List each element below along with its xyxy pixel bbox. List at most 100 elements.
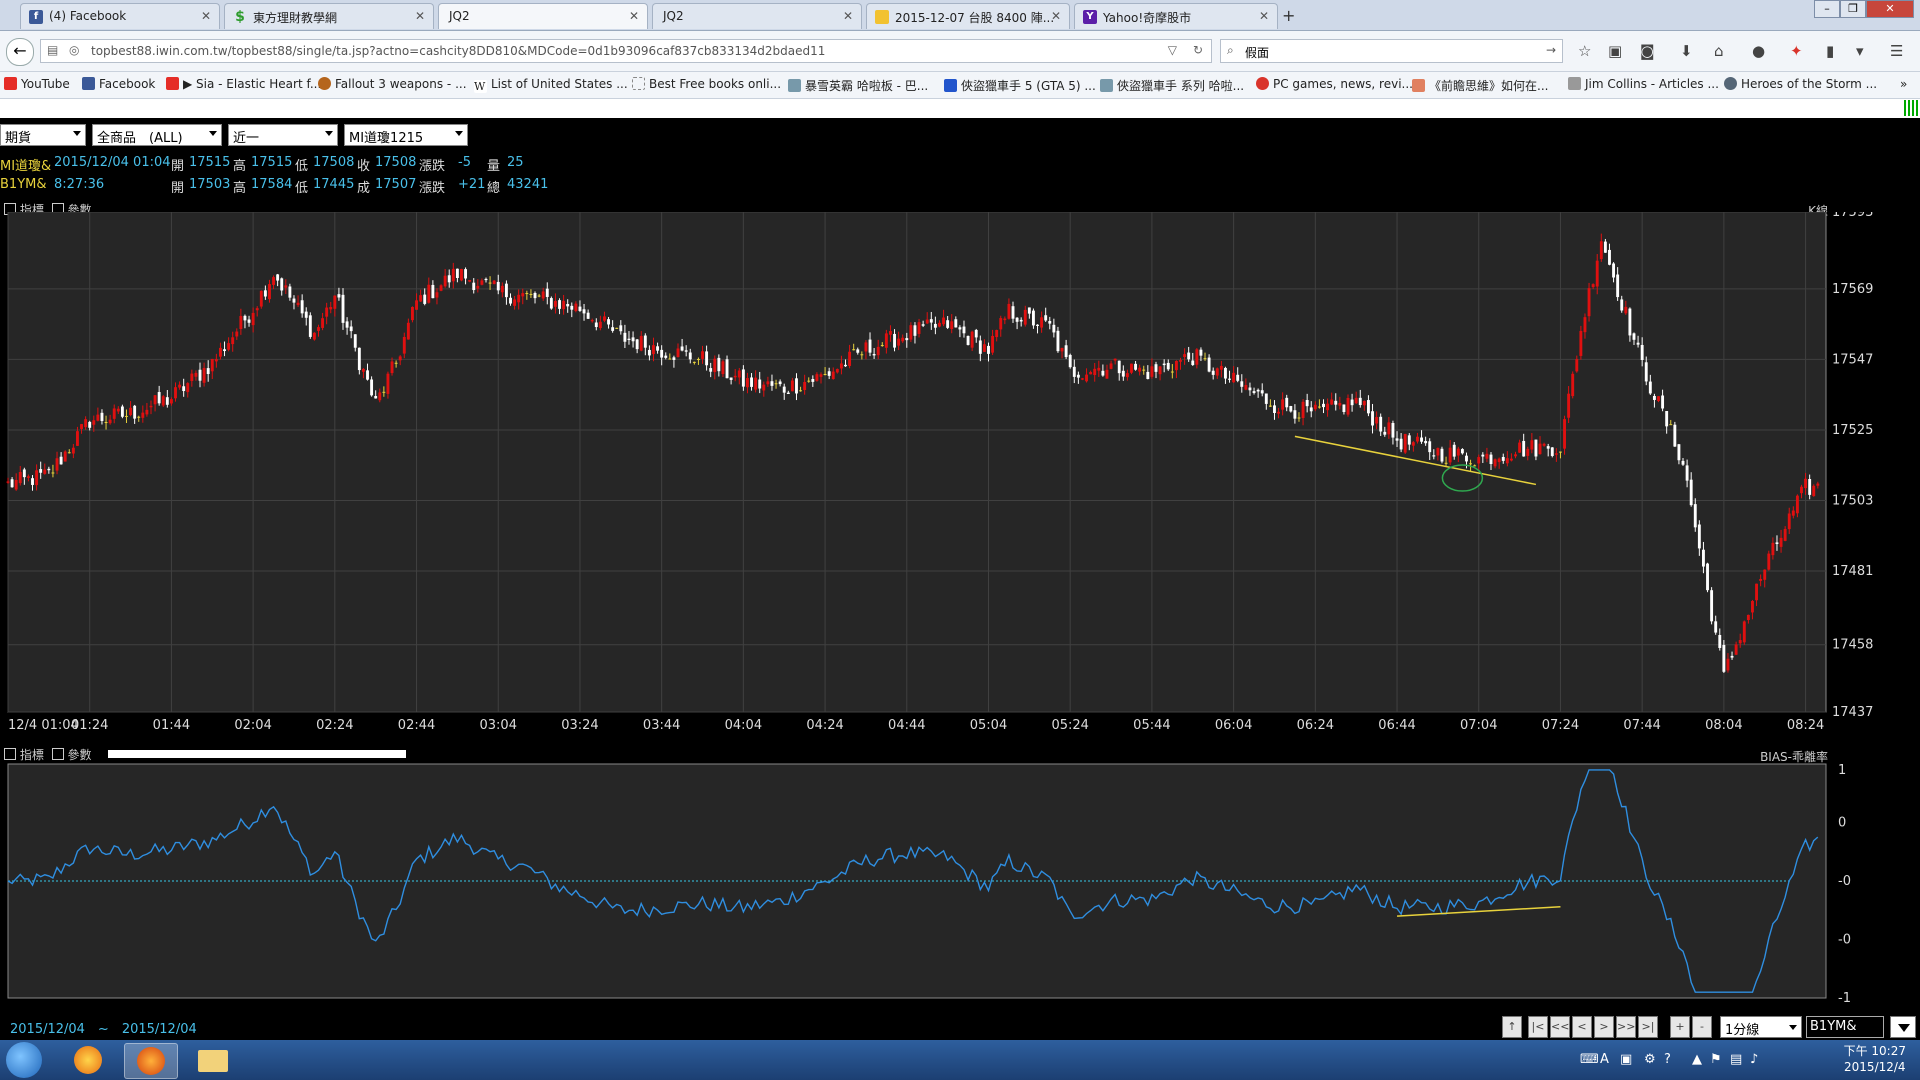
dropdown-icon[interactable]: ▽ — [1168, 43, 1177, 57]
candle-body — [652, 345, 655, 355]
close-icon[interactable]: ✕ — [415, 9, 425, 23]
bookmark-heroes-storm[interactable]: Heroes of the Storm ... — [1724, 77, 1877, 91]
taskbar-clock[interactable]: 下午 10:27 2015/12/4 — [1844, 1043, 1906, 1075]
candle-body — [823, 373, 827, 376]
url-bar[interactable]: ▤ ◎ topbest88.iwin.com.tw/topbest88/sing… — [40, 39, 1212, 63]
y-tick-label: 17458 — [1832, 638, 1873, 653]
bookmark-heroes-forum[interactable]: 暴雪英霸 哈啦板 - 巴... — [788, 77, 928, 94]
bookmark-wikipedia[interactable]: W List of United States ... — [474, 77, 628, 93]
tray-settings-icon[interactable]: ⚙ — [1644, 1052, 1656, 1067]
tab-jq2[interactable]: JQ2 ✕ — [652, 3, 862, 29]
search-bar[interactable]: ⌕ 假面 → — [1220, 39, 1563, 63]
contract-select[interactable]: MI道瓊1215 — [344, 124, 468, 146]
addon-icon[interactable]: ✦ — [1790, 42, 1803, 60]
bookmark-foresight[interactable]: 《前瞻思維》如何在... — [1412, 77, 1548, 94]
month-select[interactable]: 近一 — [228, 124, 338, 146]
nav-first-button[interactable]: |< — [1528, 1016, 1548, 1038]
close-icon[interactable]: ✕ — [201, 9, 211, 23]
symbol-dropdown-icon[interactable] — [1890, 1016, 1916, 1038]
new-tab-icon[interactable]: + — [1282, 6, 1295, 25]
nav-up-button[interactable]: ↑ — [1502, 1016, 1522, 1038]
bookmark-gta-series[interactable]: 俠盜獵車手 系列 哈啦... — [1100, 77, 1244, 94]
candle-body — [1125, 373, 1129, 378]
tray-flag-icon[interactable]: ⚑ — [1710, 1052, 1722, 1067]
nav-forward-button[interactable]: > — [1594, 1016, 1614, 1038]
taskbar-explorer[interactable] — [186, 1043, 238, 1077]
url-text: topbest88.iwin.com.tw/topbest88/single/t… — [91, 44, 826, 58]
restore-icon[interactable]: ❐ — [1840, 0, 1866, 18]
tab-finance-edu[interactable]: $ 東方理財教學網 ✕ — [224, 3, 434, 29]
candlestick-chart[interactable]: 17593 17569 17547 17525 17503 17481 17458 17437… — [0, 212, 1920, 732]
nav-page-back-button[interactable]: << — [1550, 1016, 1570, 1038]
download-icon[interactable]: ⬇ — [1680, 42, 1693, 60]
period-select[interactable]: 1分線 — [1720, 1016, 1802, 1038]
tray-ime-icon[interactable]: A — [1600, 1052, 1609, 1067]
market-select[interactable]: 期貨 — [0, 124, 86, 146]
zoom-in-button[interactable]: + — [1670, 1016, 1690, 1038]
tab-facebook[interactable]: f (4) Facebook ✕ — [20, 3, 220, 29]
nav-page-forward-button[interactable]: >> — [1616, 1016, 1636, 1038]
tray-window-icon[interactable]: ▣ — [1620, 1052, 1632, 1067]
menu-icon[interactable]: ☰ — [1890, 42, 1903, 60]
candle-body — [1162, 363, 1166, 366]
close-window-icon[interactable]: ✕ — [1866, 0, 1914, 18]
candle-body — [1268, 405, 1272, 407]
candle-body — [954, 319, 958, 328]
more-bookmarks-icon[interactable]: » — [1900, 77, 1907, 91]
taskbar-app-orange[interactable] — [62, 1043, 114, 1077]
tab-jq2-active[interactable]: JQ2 ✕ — [438, 3, 648, 29]
tray-expand-icon[interactable]: ▲ — [1692, 1052, 1702, 1067]
reload-icon[interactable]: ↻ — [1193, 43, 1203, 57]
nav-back-button[interactable]: < — [1572, 1016, 1592, 1038]
bookmark-facebook[interactable]: Facebook — [82, 77, 155, 91]
tab-title: Yahoo!奇摩股市 — [1103, 11, 1192, 25]
taskbar-firefox[interactable] — [124, 1043, 178, 1079]
nav-last-button[interactable]: >| — [1638, 1016, 1658, 1038]
home-icon[interactable]: ⌂ — [1714, 42, 1724, 60]
candle-body — [1775, 542, 1779, 544]
candle-body — [987, 345, 990, 354]
candle-body — [247, 319, 251, 323]
candle-body — [182, 386, 186, 392]
candle-body — [1669, 424, 1673, 426]
tray-help-icon[interactable]: ? — [1664, 1052, 1671, 1067]
candle-body — [656, 346, 660, 351]
tray-keyboard-icon[interactable]: ⌨ — [1580, 1052, 1599, 1067]
bookmark-free-books[interactable]: Best Free books onli... — [632, 77, 781, 91]
close-icon[interactable]: ✕ — [629, 9, 639, 23]
tab-yahoo-stock[interactable]: Y Yahoo!奇摩股市 ✕ — [1074, 3, 1278, 29]
search-go-icon[interactable]: → — [1546, 43, 1556, 57]
chevron-down-icon[interactable]: ▾ — [1856, 42, 1864, 60]
product-select[interactable]: 全商品 (ALL) — [92, 124, 222, 146]
windows-start-icon[interactable] — [6, 1042, 42, 1078]
tab-taiex[interactable]: 2015-12-07 台股 8400 陣... ✕ — [866, 3, 1070, 29]
tray-volume-icon[interactable]: ♪ — [1750, 1052, 1758, 1067]
bookmark-gta5[interactable]: 俠盜獵車手 5 (GTA 5) ... — [944, 77, 1096, 94]
close-icon[interactable]: ✕ — [1051, 9, 1061, 23]
bookmark-jim-collins[interactable]: Jim Collins - Articles ... — [1568, 77, 1719, 91]
star-icon[interactable]: ☆ — [1578, 42, 1591, 60]
clipboard-icon[interactable]: ▮ — [1826, 42, 1834, 60]
candle-body — [1174, 360, 1178, 371]
tray-network-icon[interactable]: ▤ — [1730, 1052, 1742, 1067]
candle-body — [1040, 317, 1044, 328]
pocket-icon[interactable]: ◙ — [1640, 42, 1655, 60]
candle-body — [872, 353, 876, 356]
candle-body — [672, 357, 676, 360]
close-icon[interactable]: ✕ — [843, 9, 853, 23]
chat-icon[interactable]: ● — [1752, 42, 1765, 60]
candle-body — [1424, 440, 1428, 444]
reading-list-icon[interactable]: ▣ — [1608, 42, 1622, 60]
bookmark-pc-games[interactable]: PC games, news, revi... — [1256, 77, 1413, 91]
candle-body — [1771, 542, 1775, 556]
candle-body — [1628, 308, 1632, 336]
bias-chart[interactable]: 1 0 -0 -0 -1 — [0, 756, 1920, 1016]
back-arrow-icon[interactable]: ← — [6, 38, 34, 66]
minimize-icon[interactable]: – — [1814, 0, 1840, 18]
bookmark-fallout[interactable]: Fallout 3 weapons - ... — [318, 77, 467, 91]
bookmark-sia[interactable]: ▶ Sia - Elastic Heart f... — [166, 77, 321, 91]
bookmark-youtube[interactable]: YouTube — [4, 77, 70, 91]
zoom-out-button[interactable]: - — [1692, 1016, 1712, 1038]
symbol-input[interactable]: B1YM& — [1806, 1016, 1884, 1038]
close-icon[interactable]: ✕ — [1259, 9, 1269, 23]
